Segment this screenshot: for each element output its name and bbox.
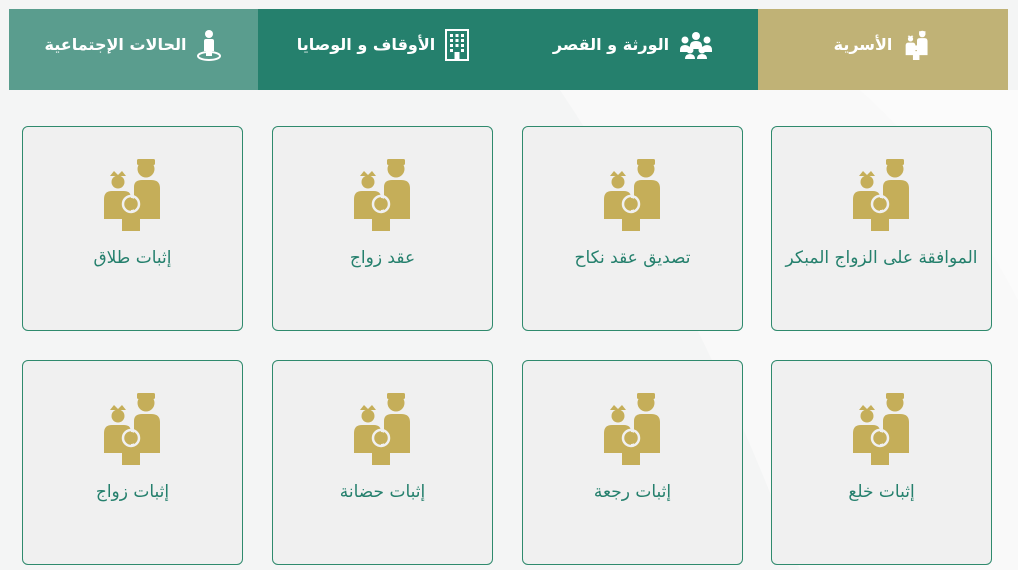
tab-endowments-wills[interactable]: الأوقاف و الوصايا [258, 9, 508, 90]
service-card-divorce-proof[interactable]: إثبات طلاق [22, 126, 243, 331]
family-icon [103, 393, 160, 465]
person-on-base-icon [196, 27, 222, 63]
family-icon [603, 159, 660, 231]
card-label: تصديق عقد نكاح [574, 248, 691, 268]
tab-label: الحالات الإجتماعية [44, 35, 187, 54]
family-icon [353, 393, 410, 465]
service-card-marriage-proof[interactable]: إثبات زواج [22, 360, 243, 565]
card-label: إثبات طلاق [93, 248, 172, 268]
service-card-marriage-contract[interactable]: عقد زواج [272, 126, 493, 331]
service-card-reconciliation-proof[interactable]: إثبات رجعة [522, 360, 743, 565]
card-label: الموافقة على الزواج المبكر [785, 248, 978, 268]
family-icon [603, 393, 660, 465]
category-tabs: الأسرية الورثة و القصر الأوقاف و الوصايا… [9, 9, 1008, 90]
building-icon [445, 27, 470, 63]
family-icon [852, 159, 909, 231]
card-label: إثبات حضانة [339, 482, 426, 502]
card-label: إثبات زواج [95, 482, 170, 502]
family-icon [103, 159, 160, 231]
family-icon [353, 159, 410, 231]
tab-heirs-minors[interactable]: الورثة و القصر [508, 9, 758, 90]
tab-label: الأسرية [833, 35, 893, 54]
card-label: إثبات رجعة [593, 482, 672, 502]
tab-label: الأوقاف و الوصايا [296, 35, 436, 54]
card-label: إثبات خلع [848, 482, 915, 502]
service-card-custody-proof[interactable]: إثبات حضانة [272, 360, 493, 565]
group-people-icon [679, 27, 713, 63]
card-label: عقد زواج [349, 248, 416, 268]
tab-social-cases[interactable]: الحالات الإجتماعية [9, 9, 258, 90]
tab-label: الورثة و القصر [552, 35, 670, 54]
service-card-early-marriage-approval[interactable]: الموافقة على الزواج المبكر [771, 126, 992, 331]
family-icon [852, 393, 909, 465]
family-icon [902, 27, 932, 63]
tab-family[interactable]: الأسرية [758, 9, 1008, 90]
service-card-khula-proof[interactable]: إثبات خلع [771, 360, 992, 565]
service-card-marriage-contract-certification[interactable]: تصديق عقد نكاح [522, 126, 743, 331]
